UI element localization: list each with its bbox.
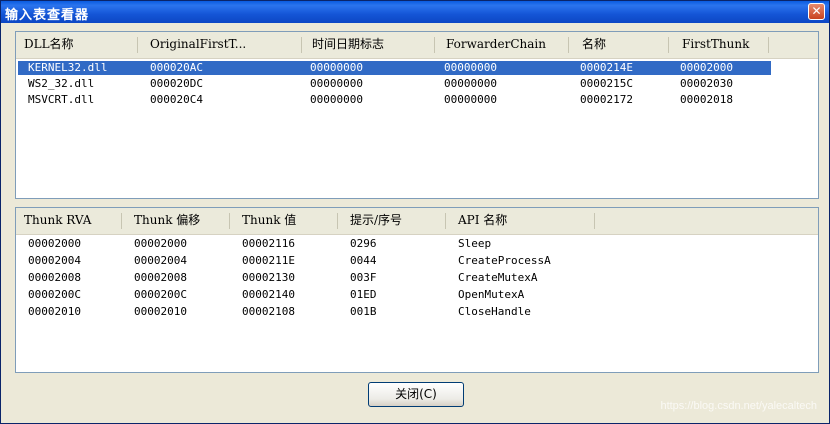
hint-ordinal-cell: 0044 — [350, 254, 377, 267]
api-name-cell: Sleep — [458, 237, 492, 250]
api-name-cell: CreateProcessA — [458, 254, 551, 267]
hint-ordinal-cell: 0296 — [350, 237, 377, 250]
thunk-value-cell: 00002140 — [242, 288, 295, 301]
column-divider[interactable] — [768, 37, 769, 53]
thunk-rva-cell: 00002000 — [28, 237, 81, 250]
thunk-value-cell: 00002116 — [242, 237, 295, 250]
first-thunk-cell: 00002030 — [680, 77, 733, 90]
thunk-rva-cell: 00002004 — [28, 254, 81, 267]
column-divider[interactable] — [668, 37, 669, 53]
close-button[interactable]: 关闭(C) — [368, 382, 464, 407]
thunk-list-header: Thunk RVA Thunk 偏移 Thunk 值 提示/序号 API 名称 — [16, 208, 818, 235]
column-header-forwarder-chain[interactable]: ForwarderChain — [438, 32, 568, 57]
column-header-dll-name[interactable]: DLL名称 — [16, 32, 138, 57]
name-rva-cell: 0000215C — [580, 77, 633, 90]
dll-row-kernel32[interactable]: KERNEL32.dll 000020AC 00000000 00000000 … — [18, 61, 771, 75]
api-name-cell: CloseHandle — [458, 305, 531, 318]
import-table-viewer-window: 输入表查看器 ✕ DLL名称 OriginalFirstT... 时间日期标志 … — [0, 0, 830, 424]
thunk-row[interactable]: 00002000 00002000 00002116 0296 Sleep — [18, 237, 598, 251]
dll-list-header: DLL名称 OriginalFirstT... 时间日期标志 Forwarder… — [16, 32, 818, 59]
column-header-thunk-value[interactable]: Thunk 值 — [234, 208, 338, 233]
close-icon[interactable]: ✕ — [808, 3, 825, 20]
name-rva-cell: 0000214E — [580, 61, 633, 74]
thunk-row[interactable]: 0000200C 0000200C 00002140 01ED OpenMute… — [18, 288, 598, 302]
column-divider[interactable] — [445, 213, 446, 229]
hint-ordinal-cell: 001B — [350, 305, 377, 318]
name-rva-cell: 00002172 — [580, 93, 633, 106]
thunk-list[interactable]: Thunk RVA Thunk 偏移 Thunk 值 提示/序号 API 名称 … — [15, 207, 819, 373]
thunk-row[interactable]: 00002008 00002008 00002130 003F CreateMu… — [18, 271, 598, 285]
column-header-name[interactable]: 名称 — [574, 32, 674, 57]
column-header-original-first-thunk[interactable]: OriginalFirstT... — [142, 32, 302, 57]
thunk-offset-cell: 00002010 — [134, 305, 187, 318]
first-thunk-cell: 00002000 — [680, 61, 733, 74]
dll-row-msvcrt[interactable]: MSVCRT.dll 000020C4 00000000 00000000 00… — [18, 93, 771, 107]
timestamp-cell: 00000000 — [310, 93, 363, 106]
original-first-thunk-cell: 000020DC — [150, 77, 203, 90]
dll-name-cell: WS2_32.dll — [28, 77, 95, 90]
column-divider[interactable] — [594, 213, 595, 229]
forwarder-chain-cell: 00000000 — [444, 61, 497, 74]
column-divider[interactable] — [121, 213, 122, 229]
dll-name-cell: KERNEL32.dll — [28, 61, 108, 74]
column-divider[interactable] — [434, 37, 435, 53]
column-header-hint-ordinal[interactable]: 提示/序号 — [342, 208, 446, 233]
thunk-row[interactable]: 00002010 00002010 00002108 001B CloseHan… — [18, 305, 598, 319]
column-divider[interactable] — [137, 37, 138, 53]
column-divider[interactable] — [301, 37, 302, 53]
thunk-value-cell: 0000211E — [242, 254, 295, 267]
hint-ordinal-cell: 01ED — [350, 288, 377, 301]
dll-list[interactable]: DLL名称 OriginalFirstT... 时间日期标志 Forwarder… — [15, 31, 819, 199]
column-divider[interactable] — [229, 213, 230, 229]
thunk-value-cell: 00002130 — [242, 271, 295, 284]
timestamp-cell: 00000000 — [310, 61, 363, 74]
column-header-api-name[interactable]: API 名称 — [450, 208, 650, 233]
hint-ordinal-cell: 003F — [350, 271, 377, 284]
first-thunk-cell: 00002018 — [680, 93, 733, 106]
forwarder-chain-cell: 00000000 — [444, 77, 497, 90]
timestamp-cell: 00000000 — [310, 77, 363, 90]
watermark-text: https://blog.csdn.net/yalecaltech — [660, 400, 817, 412]
thunk-rva-cell: 00002008 — [28, 271, 81, 284]
thunk-offset-cell: 00002004 — [134, 254, 187, 267]
thunk-value-cell: 00002108 — [242, 305, 295, 318]
thunk-offset-cell: 0000200C — [134, 288, 187, 301]
column-divider[interactable] — [337, 213, 338, 229]
thunk-row[interactable]: 00002004 00002004 0000211E 0044 CreatePr… — [18, 254, 598, 268]
original-first-thunk-cell: 000020C4 — [150, 93, 203, 106]
column-divider[interactable] — [568, 37, 569, 53]
original-first-thunk-cell: 000020AC — [150, 61, 203, 74]
forwarder-chain-cell: 00000000 — [444, 93, 497, 106]
dll-name-cell: MSVCRT.dll — [28, 93, 95, 106]
thunk-rva-cell: 00002010 — [28, 305, 81, 318]
window-title: 输入表查看器 — [5, 8, 90, 23]
column-header-timestamp[interactable]: 时间日期标志 — [304, 32, 434, 57]
api-name-cell: CreateMutexA — [458, 271, 538, 284]
thunk-offset-cell: 00002000 — [134, 237, 187, 250]
thunk-rva-cell: 0000200C — [28, 288, 81, 301]
column-header-thunk-rva[interactable]: Thunk RVA — [16, 208, 122, 233]
column-header-thunk-offset[interactable]: Thunk 偏移 — [126, 208, 230, 233]
thunk-offset-cell: 00002008 — [134, 271, 187, 284]
column-header-first-thunk[interactable]: FirstThunk — [674, 32, 774, 57]
dll-row-ws2-32[interactable]: WS2_32.dll 000020DC 00000000 00000000 00… — [18, 77, 771, 91]
title-bar[interactable]: 输入表查看器 ✕ — [1, 1, 829, 23]
api-name-cell: OpenMutexA — [458, 288, 525, 301]
